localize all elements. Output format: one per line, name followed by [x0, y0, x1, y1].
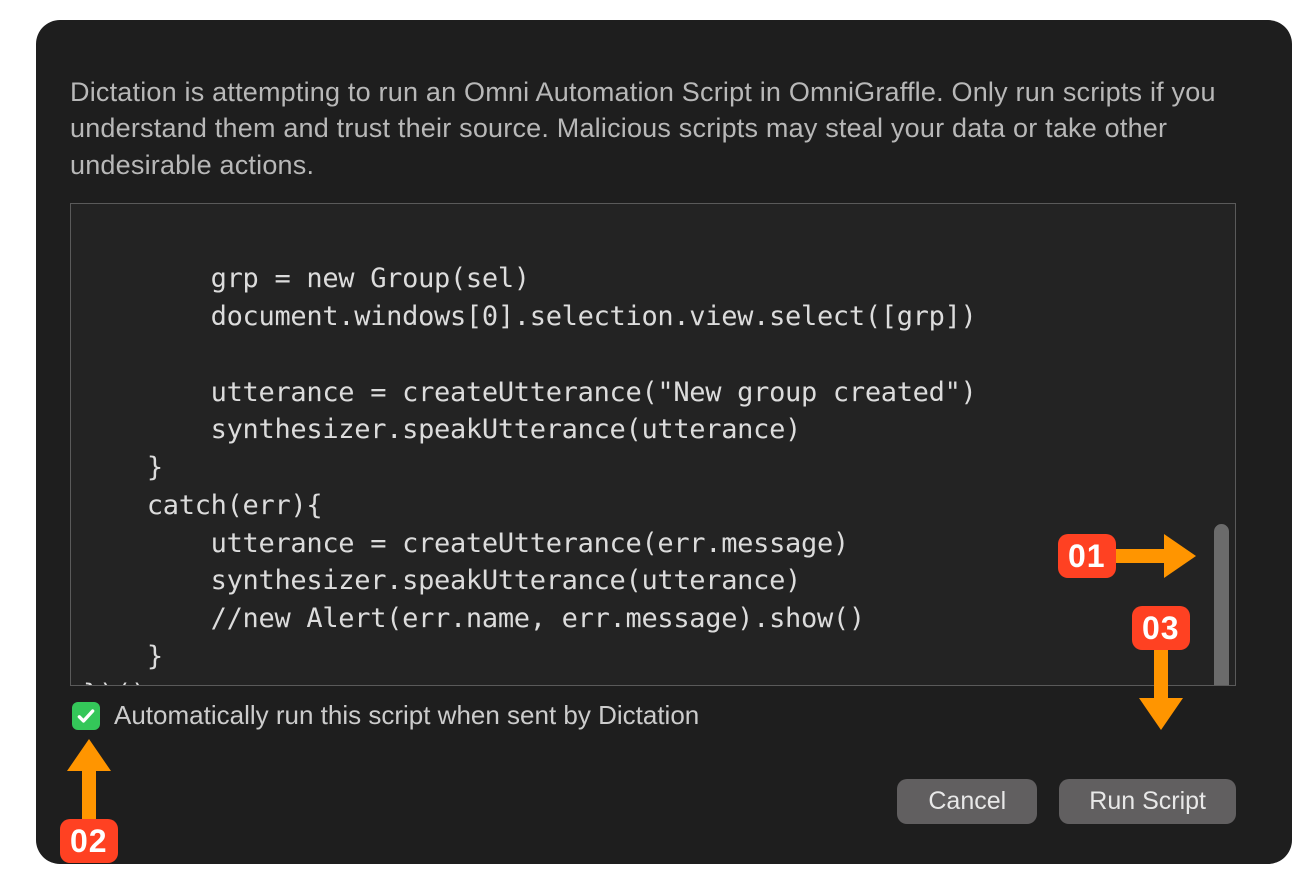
script-code-content: grp = new Group(sel) document.windows[0]… — [83, 222, 1223, 686]
auto-run-checkbox[interactable] — [72, 702, 100, 730]
annotation-badge-02: 02 — [60, 819, 118, 863]
scrollbar-track[interactable] — [1213, 206, 1233, 683]
run-script-button[interactable]: Run Script — [1059, 779, 1236, 824]
annotation-03: 03 — [1132, 606, 1190, 730]
auto-run-checkbox-label: Automatically run this script when sent … — [114, 700, 699, 731]
annotation-badge-03: 03 — [1132, 606, 1190, 650]
annotation-badge-01: 01 — [1058, 534, 1116, 578]
arrow-right-icon — [1116, 534, 1196, 578]
check-icon — [76, 706, 96, 726]
annotation-01: 01 — [1058, 534, 1196, 578]
cancel-button[interactable]: Cancel — [897, 779, 1037, 824]
arrow-up-icon — [67, 739, 111, 819]
script-permission-dialog: Dictation is attempting to run an Omni A… — [36, 20, 1292, 864]
warning-message: Dictation is attempting to run an Omni A… — [70, 74, 1236, 183]
annotation-02: 02 — [60, 739, 118, 863]
script-preview-box: grp = new Group(sel) document.windows[0]… — [70, 203, 1236, 686]
auto-run-option-row: Automatically run this script when sent … — [70, 700, 1236, 731]
scrollbar-thumb[interactable] — [1214, 524, 1229, 686]
arrow-down-icon — [1139, 650, 1183, 730]
dialog-button-row: Cancel Run Script — [70, 779, 1236, 824]
